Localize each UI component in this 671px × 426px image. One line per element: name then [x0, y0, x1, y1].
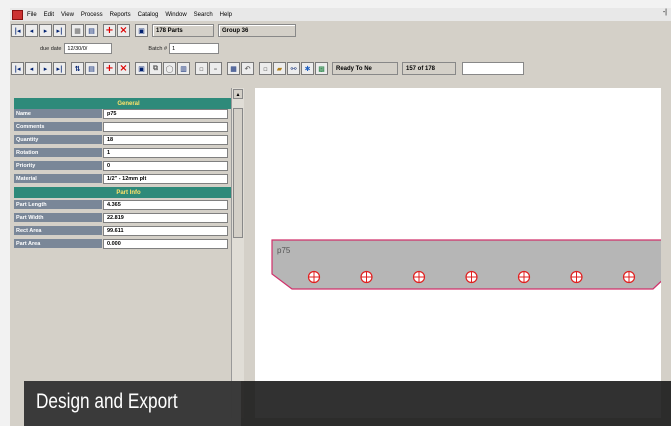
property-row-rotation[interactable]: Rotation 1 — [14, 148, 243, 159]
property-value[interactable] — [103, 122, 228, 132]
batch-input[interactable]: 1 — [169, 43, 220, 54]
property-value[interactable]: 22.819 — [103, 213, 228, 223]
property-value[interactable]: 0.000 — [103, 239, 228, 249]
property-key: Rotation — [14, 148, 102, 158]
prev-part-icon[interactable]: ◂ — [25, 62, 38, 75]
property-row-quantity[interactable]: Quantity 18 — [14, 135, 243, 146]
property-key: Material — [14, 174, 102, 184]
folder-icon[interactable]: ▰ — [273, 62, 286, 75]
caption-banner: Design and Export — [24, 381, 671, 426]
toolbar-batch: due date 12/30/0/ Batch # 1 — [10, 42, 220, 55]
menu-search[interactable]: Search — [194, 12, 213, 18]
part-info-section-header: Part Info — [14, 187, 243, 198]
tools-icon[interactable]: ✱ — [301, 62, 314, 75]
property-key: Part Width — [14, 213, 102, 223]
property-key: Quantity — [14, 135, 102, 145]
window-controls[interactable]: -| — [663, 9, 667, 16]
property-key: Part Area — [14, 239, 102, 249]
part-outline[interactable] — [271, 239, 670, 290]
property-key: Name — [14, 109, 102, 119]
grid-icon[interactable]: ▦ — [71, 24, 84, 37]
search-field[interactable] — [462, 62, 524, 75]
toolbar-group-nav: |◂ ◂ ▸ ▸| ▦ ▤ + × ▣ 178 Parts Group 36 — [10, 23, 296, 38]
copy-icon[interactable]: ⧉ — [149, 62, 162, 75]
due-date-input[interactable]: 12/30/0/ — [64, 43, 113, 54]
menu-process[interactable]: Process — [81, 12, 103, 18]
first-part-icon[interactable]: |◂ — [11, 62, 24, 75]
sort-icon[interactable]: ⇅ — [71, 62, 84, 75]
toolbar-part-nav: |◂ ◂ ▸ ▸| ⇅ ▤ + × ▣ ⧉ ◯ ▥ ▫ – ▦ ↶ ▫ ▰ ⚯ … — [10, 58, 524, 79]
add-icon[interactable]: + — [103, 24, 116, 37]
property-value[interactable]: p75 — [103, 109, 228, 119]
property-row-priority[interactable]: Priority 0 — [14, 161, 243, 172]
table-icon[interactable]: ▤ — [85, 62, 98, 75]
properties-scrollbar[interactable]: ▴ — [231, 88, 244, 418]
caption-text: Design and Export — [36, 390, 178, 413]
next-record-icon[interactable]: ▸ — [39, 24, 52, 37]
property-row-part-width[interactable]: Part Width 22.819 — [14, 213, 243, 224]
image-icon[interactable]: ▩ — [315, 62, 328, 75]
app-icon — [12, 9, 23, 20]
properties-panel: General Name p75 Comments Quantity 18 Ro… — [14, 88, 243, 418]
delete-part-icon[interactable]: × — [117, 62, 130, 75]
shape-icon[interactable]: ◯ — [163, 62, 176, 75]
property-value[interactable]: 99.611 — [103, 226, 228, 236]
property-row-part-area[interactable]: Part Area 0.000 — [14, 239, 243, 250]
next-part-icon[interactable]: ▸ — [39, 62, 52, 75]
menu-file[interactable]: File — [27, 12, 37, 18]
property-row-comments[interactable]: Comments — [14, 122, 243, 133]
part-label: p75 — [277, 246, 291, 255]
property-value[interactable]: 18 — [103, 135, 228, 145]
property-key: Rect Area — [14, 226, 102, 236]
group-field: Group 36 — [218, 24, 296, 37]
due-date-label: due date — [40, 45, 62, 52]
save-icon[interactable]: ▣ — [135, 24, 148, 37]
calculator-icon[interactable]: ▦ — [227, 62, 240, 75]
record-counter: 157 of 178 — [402, 62, 456, 75]
property-row-name[interactable]: Name p75 — [14, 109, 243, 120]
batch-label: Batch # — [148, 45, 168, 52]
menu-edit[interactable]: Edit — [44, 12, 54, 18]
menu-bar: File Edit View Process Reports Catalog W… — [10, 8, 671, 21]
property-value[interactable]: 1/2" - 12mm plt — [103, 174, 228, 184]
property-row-part-length[interactable]: Part Length 4.365 — [14, 200, 243, 211]
prev-record-icon[interactable]: ◂ — [25, 24, 38, 37]
property-row-material[interactable]: Material 1/2" - 12mm plt — [14, 174, 243, 185]
menu-view[interactable]: View — [61, 12, 74, 18]
disabled-icon-1[interactable]: ▫ — [195, 62, 208, 75]
first-record-icon[interactable]: |◂ — [11, 24, 24, 37]
status-field: Ready To Ne — [332, 62, 398, 75]
note-icon[interactable]: ▫ — [259, 62, 272, 75]
menu-catalog[interactable]: Catalog — [138, 12, 159, 18]
undo-icon[interactable]: ↶ — [241, 62, 254, 75]
scroll-thumb[interactable] — [233, 108, 243, 238]
list-icon[interactable]: ▤ — [85, 24, 98, 37]
part-drawing: p75 — [271, 239, 670, 290]
property-value[interactable]: 4.365 — [103, 200, 228, 210]
menu-help[interactable]: Help — [220, 12, 232, 18]
property-value[interactable]: 1 — [103, 148, 228, 158]
disabled-icon-2[interactable]: – — [209, 62, 222, 75]
property-value[interactable]: 0 — [103, 161, 228, 171]
general-section-header: General — [14, 98, 243, 109]
add-part-icon[interactable]: + — [103, 62, 116, 75]
delete-icon[interactable]: × — [117, 24, 130, 37]
last-record-icon[interactable]: ▸| — [53, 24, 66, 37]
property-key: Priority — [14, 161, 102, 171]
property-key: Comments — [14, 122, 102, 132]
property-key: Part Length — [14, 200, 102, 210]
last-part-icon[interactable]: ▸| — [53, 62, 66, 75]
property-row-rect-area[interactable]: Rect Area 99.611 — [14, 226, 243, 237]
save-part-icon[interactable]: ▣ — [135, 62, 148, 75]
paste-icon[interactable]: ▥ — [177, 62, 190, 75]
scroll-up-icon[interactable]: ▴ — [233, 89, 243, 99]
menu-reports[interactable]: Reports — [110, 12, 131, 18]
binoculars-icon[interactable]: ⚯ — [287, 62, 300, 75]
part-drawing-canvas[interactable]: p75 — [255, 88, 670, 418]
part-count-field: 178 Parts — [152, 24, 214, 37]
menu-window[interactable]: Window — [165, 12, 186, 18]
